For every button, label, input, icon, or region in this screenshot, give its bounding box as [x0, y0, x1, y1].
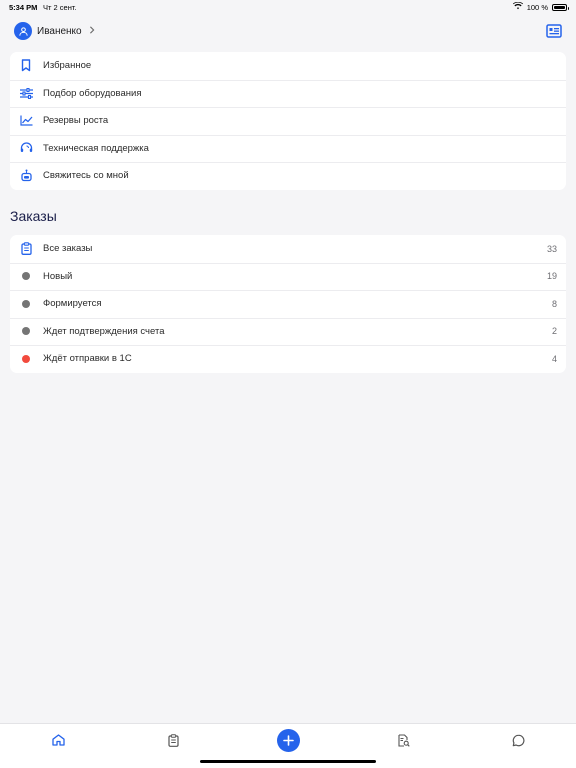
orders-item-label: Все заказы [43, 243, 93, 255]
avatar-icon [14, 22, 32, 40]
orders-item-count: 2 [551, 326, 557, 337]
document-search-icon[interactable] [395, 732, 411, 748]
orders-item-awaiting-invoice[interactable]: Ждет подтверждения счета 2 [10, 317, 566, 346]
orders-item-all[interactable]: Все заказы 33 [10, 235, 566, 263]
status-date: Чт 2 сент. [43, 3, 77, 12]
status-time: 5:34 PM [9, 3, 38, 12]
menu-item-support[interactable]: Техническая поддержка [10, 134, 566, 163]
clipboard-icon[interactable] [165, 732, 181, 748]
orders-item-count: 19 [546, 271, 557, 282]
wifi-icon [512, 1, 523, 12]
sliders-icon [18, 85, 34, 101]
home-indicator [200, 760, 376, 763]
menu-item-growth[interactable]: Резервы роста [10, 107, 566, 135]
status-dot [18, 296, 34, 312]
menu-item-label: Подбор оборудования [43, 87, 142, 99]
header: Иваненко [14, 22, 562, 42]
menu-item-favorites[interactable]: Избранное [10, 52, 566, 80]
menu-item-label: Техническая поддержка [43, 142, 149, 154]
status-dot [18, 268, 34, 284]
orders-card: Все заказы 33 Новый 19 Формируется 8 Жде… [10, 235, 566, 373]
orders-item-awaiting-1c[interactable]: Ждёт отправки в 1С 4 [10, 345, 566, 373]
orders-item-count: 4 [551, 353, 557, 364]
profile-button[interactable]: Иваненко [14, 22, 562, 40]
profile-card-icon[interactable] [546, 24, 562, 38]
orders-item-label: Новый [43, 270, 73, 282]
orders-item-new[interactable]: Новый 19 [10, 262, 566, 291]
status-bar: 5:34 PM Чт 2 сент. 100 % [0, 0, 576, 14]
tab-bar [0, 723, 576, 768]
battery-percent: 100 % [526, 2, 548, 12]
chart-line-icon [18, 113, 34, 129]
chevron-right-icon [89, 25, 95, 37]
headset-icon [18, 140, 34, 156]
menu-item-equipment[interactable]: Подбор оборудования [10, 79, 566, 108]
menu-item-label: Избранное [43, 60, 92, 72]
bookmark-icon [18, 58, 34, 74]
menu-card: Избранное Подбор оборудования Резервы ро… [10, 52, 566, 190]
status-dot [18, 323, 34, 339]
clipboard-icon [18, 241, 34, 257]
orders-item-count: 33 [546, 243, 557, 254]
orders-item-forming[interactable]: Формируется 8 [10, 290, 566, 318]
user-name: Иваненко [37, 25, 82, 37]
menu-item-label: Резервы роста [43, 115, 109, 127]
orders-item-label: Формируется [43, 298, 102, 310]
status-dot [18, 351, 34, 367]
battery-icon [552, 3, 569, 11]
plus-icon[interactable] [277, 729, 300, 752]
home-icon[interactable] [50, 732, 66, 748]
robot-icon [18, 168, 34, 184]
orders-item-label: Ждет подтверждения счета [43, 325, 165, 337]
chat-icon[interactable] [510, 732, 526, 748]
orders-section-title: Заказы [10, 208, 57, 224]
menu-item-label: Свяжитесь со мной [43, 170, 129, 182]
status-right: 100 % [512, 1, 569, 12]
orders-item-count: 8 [551, 298, 557, 309]
menu-item-contact[interactable]: Свяжитесь со мной [10, 162, 566, 190]
orders-item-label: Ждёт отправки в 1С [43, 353, 132, 365]
